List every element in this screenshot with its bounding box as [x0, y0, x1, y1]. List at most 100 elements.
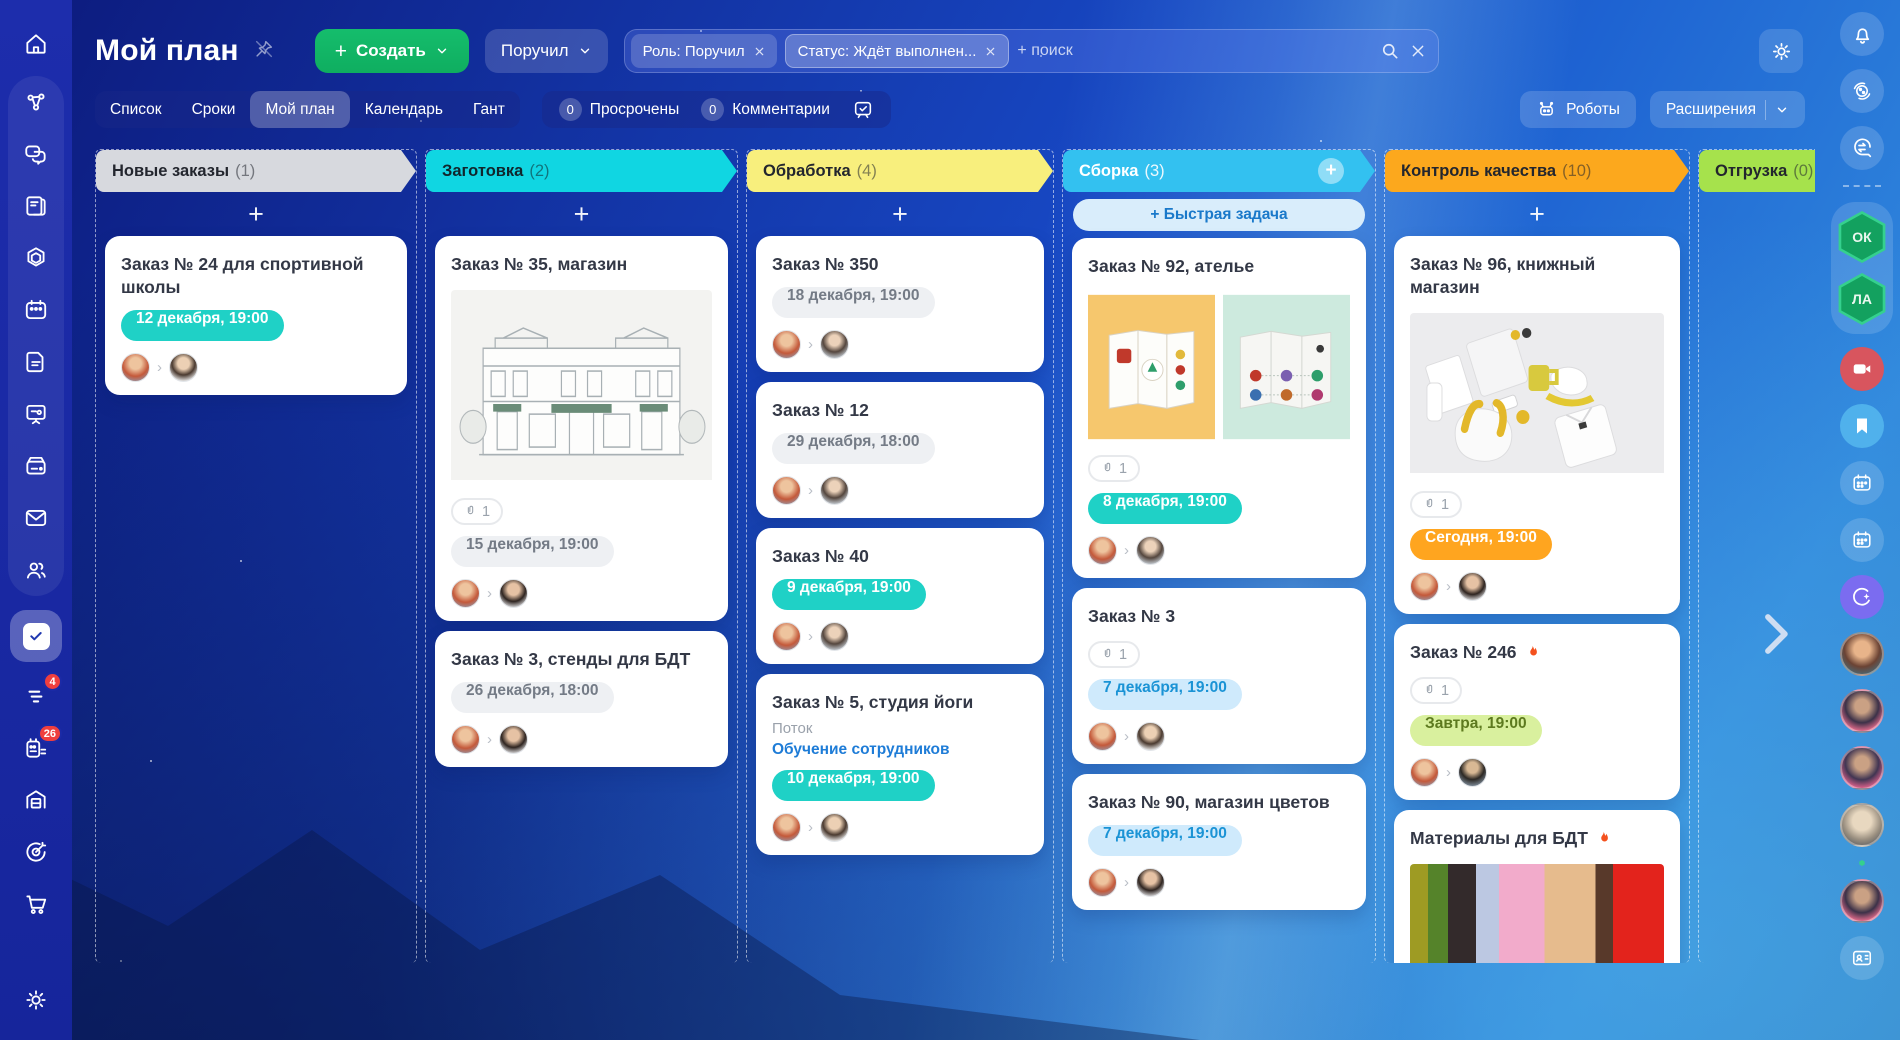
attachments-chip[interactable]: 1	[1088, 455, 1140, 482]
extensions-button[interactable]: Расширения	[1650, 91, 1805, 128]
creator-avatar[interactable]	[772, 813, 801, 842]
chat-sync-button[interactable]	[1840, 126, 1884, 170]
counter-settings[interactable]	[843, 99, 883, 121]
column-header[interactable]: Новые заказы (1)	[96, 150, 401, 192]
unpin-icon[interactable]	[253, 38, 275, 65]
tab-my-plan[interactable]: Мой план	[250, 91, 349, 128]
overdue-counter[interactable]: 0 Просрочены	[550, 98, 688, 121]
workgroup-thumbnail[interactable]	[1859, 860, 1865, 866]
column-header[interactable]: Сборка (3) +	[1063, 150, 1360, 192]
workgroup-ok[interactable]: ОК	[1836, 211, 1888, 263]
kanban-card[interactable]: Заказ № 35, магазин	[435, 236, 728, 621]
column-header[interactable]: Отгрузка (0)	[1699, 150, 1815, 192]
creator-avatar[interactable]	[121, 353, 150, 382]
attachments-chip[interactable]: 1	[451, 498, 503, 525]
sidebar-item-planner[interactable]: 26	[8, 722, 64, 774]
attachments-chip[interactable]: 1	[1410, 677, 1462, 704]
deadline-badge[interactable]: 15 декабря, 19:00	[451, 536, 614, 567]
kanban-card[interactable]: Заказ № 24 для спортивной школы 12 декаб…	[105, 236, 407, 395]
clear-search-icon[interactable]	[1410, 43, 1426, 59]
quick-task-button[interactable]: + Быстрая задача	[1073, 199, 1365, 231]
sidebar-item-sales[interactable]: 4	[8, 670, 64, 722]
calendar-event-button-2[interactable]	[1840, 518, 1884, 562]
remove-filter-icon[interactable]	[754, 46, 765, 57]
copilot-button[interactable]	[1840, 575, 1884, 619]
sidebar-item-crm[interactable]	[8, 232, 64, 284]
sidebar-item-settings[interactable]	[8, 974, 64, 1026]
creator-avatar[interactable]	[451, 725, 480, 754]
tab-calendar[interactable]: Календарь	[350, 91, 458, 128]
assignee-avatar[interactable]	[499, 725, 528, 754]
kanban-card[interactable]: Заказ № 5, студия йоги Поток Обучение со…	[756, 674, 1044, 855]
deadline-badge[interactable]: 18 декабря, 19:00	[772, 287, 935, 318]
deadline-badge[interactable]: 10 декабря, 19:00	[772, 770, 935, 801]
sidebar-item-tasks-active[interactable]	[10, 610, 62, 662]
add-task-button[interactable]: +	[747, 192, 1053, 236]
creator-avatar[interactable]	[1410, 758, 1439, 787]
creator-avatar[interactable]	[1088, 722, 1117, 751]
focus-button[interactable]	[1840, 69, 1884, 113]
search-input[interactable]: + поиск	[1017, 42, 1072, 60]
kanban-card[interactable]: Заказ № 92, ателье	[1072, 238, 1366, 578]
filter-chip-role[interactable]: Роль: Поручил	[631, 34, 777, 68]
assignee-avatar[interactable]	[1136, 536, 1165, 565]
deadline-badge[interactable]: 9 декабря, 19:00	[772, 579, 926, 610]
deadline-badge[interactable]: Завтра, 19:00	[1410, 715, 1542, 746]
creator-avatar[interactable]	[772, 622, 801, 651]
deadline-badge[interactable]: 26 декабря, 18:00	[451, 682, 614, 713]
kanban-card[interactable]: Заказ № 12 29 декабря, 18:00 ›	[756, 382, 1044, 518]
assigned-dropdown[interactable]: Поручил	[485, 29, 608, 73]
deadline-badge[interactable]: 7 декабря, 19:00	[1088, 679, 1242, 710]
assignee-avatar[interactable]	[1458, 758, 1487, 787]
deadline-badge[interactable]: 7 декабря, 19:00	[1088, 825, 1242, 856]
contact-card-button[interactable]	[1840, 936, 1884, 980]
sidebar-item-mail[interactable]	[8, 492, 64, 544]
tab-list[interactable]: Список	[95, 91, 177, 128]
kanban-card[interactable]: Заказ № 350 18 декабря, 19:00 ›	[756, 236, 1044, 372]
add-task-button[interactable]: +	[96, 192, 416, 236]
assignee-avatar[interactable]	[499, 579, 528, 608]
add-task-button[interactable]: +	[426, 192, 737, 236]
board-settings-button[interactable]	[1759, 29, 1803, 73]
add-task-button[interactable]: +	[1385, 192, 1689, 236]
board-scroll-right-button[interactable]	[1758, 608, 1792, 665]
sidebar-item-messenger[interactable]	[8, 128, 64, 180]
deadline-badge[interactable]: 12 декабря, 19:00	[121, 310, 284, 341]
deadline-badge[interactable]: 29 декабря, 18:00	[772, 433, 935, 464]
sidebar-item-shop[interactable]	[8, 878, 64, 930]
assignee-avatar[interactable]	[820, 622, 849, 651]
tab-gantt[interactable]: Гант	[458, 91, 520, 128]
chat-avatar[interactable]	[1840, 879, 1884, 923]
assignee-avatar[interactable]	[169, 353, 198, 382]
creator-avatar[interactable]	[772, 476, 801, 505]
sidebar-item-warehouse[interactable]	[8, 774, 64, 826]
create-button[interactable]: Создать	[315, 29, 469, 73]
column-header[interactable]: Заготовка (2)	[426, 150, 722, 192]
sidebar-item-whiteboard[interactable]	[8, 388, 64, 440]
attachments-chip[interactable]: 1	[1088, 641, 1140, 668]
sidebar-item-docs[interactable]	[8, 336, 64, 388]
video-call-button[interactable]	[1840, 347, 1884, 391]
creator-avatar[interactable]	[1088, 868, 1117, 897]
creator-avatar[interactable]	[451, 579, 480, 608]
chat-avatar[interactable]	[1840, 632, 1884, 676]
assignee-avatar[interactable]	[1136, 722, 1165, 751]
saved-messages-button[interactable]	[1840, 404, 1884, 448]
attachments-chip[interactable]: 1	[1410, 491, 1462, 518]
kanban-card[interactable]: Заказ № 90, магазин цветов 7 декабря, 19…	[1072, 774, 1366, 910]
robots-button[interactable]: Роботы	[1520, 91, 1636, 128]
filter-search-bar[interactable]: Роль: Поручил Статус: Ждёт выполнен... +…	[624, 29, 1439, 73]
kanban-card[interactable]: Материалы для БДТ	[1394, 810, 1680, 963]
filter-chip-status[interactable]: Статус: Ждёт выполнен...	[785, 34, 1010, 68]
kanban-card[interactable]: Заказ № 3, стенды для БДТ 26 декабря, 18…	[435, 631, 728, 767]
sidebar-item-marketing[interactable]	[8, 826, 64, 878]
sidebar-item-news[interactable]	[8, 180, 64, 232]
search-icon[interactable]	[1380, 41, 1400, 61]
deadline-badge[interactable]: 8 декабря, 19:00	[1088, 493, 1242, 524]
remove-filter-icon[interactable]	[985, 46, 996, 57]
kanban-card[interactable]: Заказ № 40 9 декабря, 19:00 ›	[756, 528, 1044, 664]
creator-avatar[interactable]	[1088, 536, 1117, 565]
kanban-card[interactable]: Заказ № 3 1 7 декабря, 19:00 ›	[1072, 588, 1366, 764]
sidebar-item-network[interactable]	[8, 76, 64, 128]
workgroup-la[interactable]: ЛА	[1836, 273, 1888, 325]
